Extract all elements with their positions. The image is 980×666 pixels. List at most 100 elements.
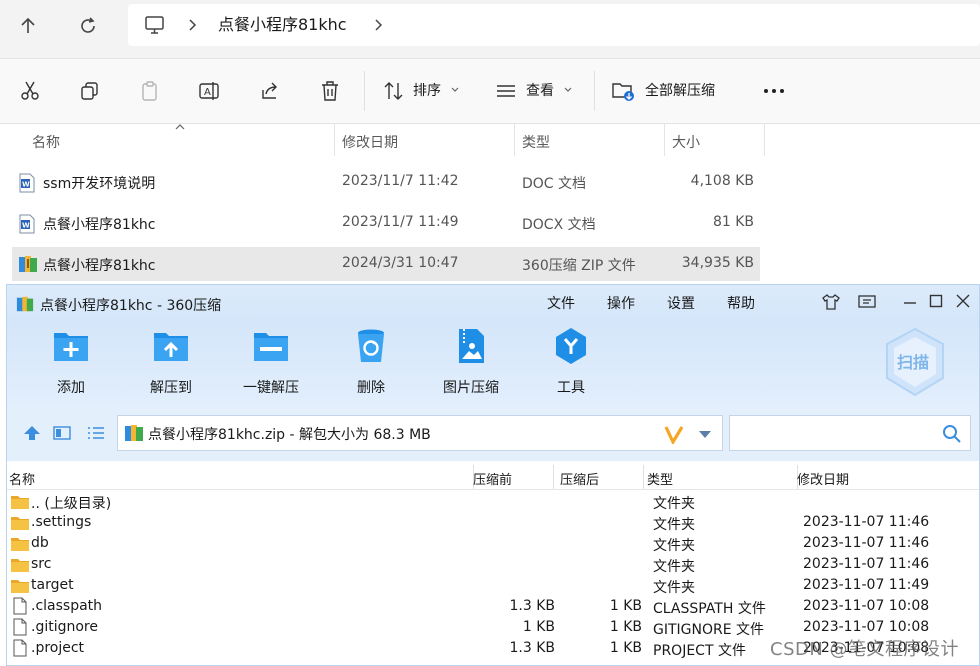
feedback-icon[interactable] bbox=[857, 294, 877, 310]
more-options-button[interactable] bbox=[760, 77, 788, 105]
column-header-after[interactable]: 压缩后 bbox=[560, 469, 599, 488]
share-icon bbox=[262, 82, 277, 99]
folder-icon bbox=[11, 580, 29, 593]
path-bar: 点餐小程序81khc.zip - 解包大小为 68.3 MB bbox=[7, 405, 979, 461]
copy-button[interactable] bbox=[76, 77, 104, 105]
verified-v-icon bbox=[664, 426, 684, 444]
add-icon bbox=[54, 333, 88, 361]
column-header-modified[interactable]: 修改日期 bbox=[342, 132, 398, 152]
column-header-before[interactable]: 压缩前 bbox=[473, 469, 512, 488]
maximize-icon[interactable] bbox=[929, 294, 943, 308]
view-icon-wrap[interactable] bbox=[492, 77, 520, 105]
title-bar[interactable]: 点餐小程序81khc - 360压缩 文件 操作 设置 帮助 bbox=[7, 285, 979, 321]
archive-folder-row[interactable]: db 文件夹 2023-11-07 11:46 bbox=[7, 533, 979, 554]
file-row[interactable]: W ssm开发环境说明 2023/11/7 11:42 DOC 文档 4,108… bbox=[12, 165, 760, 199]
folder-icon bbox=[11, 496, 29, 509]
column-header-size[interactable]: 大小 bbox=[672, 132, 700, 152]
image-compress-button[interactable]: 图片压缩 bbox=[431, 327, 511, 397]
delete-archive-button[interactable]: 删除 bbox=[331, 327, 411, 397]
add-button[interactable]: 添加 bbox=[31, 327, 111, 397]
file-row-selected[interactable]: 点餐小程序81khc 2024/3/31 10:47 360压缩 ZIP 文件 … bbox=[12, 247, 760, 281]
column-header-type[interactable]: 类型 bbox=[522, 132, 550, 152]
archive-item-modified: 2023-11-07 10:08 bbox=[803, 598, 930, 614]
extract-all-button[interactable]: 全部解压缩 bbox=[645, 80, 715, 100]
column-divider[interactable] bbox=[334, 124, 335, 156]
up-arrow-button[interactable] bbox=[12, 10, 44, 42]
file-type: 360压缩 ZIP 文件 bbox=[522, 258, 636, 274]
minimize-icon[interactable] bbox=[903, 295, 917, 309]
archive-folder-row[interactable]: .settings 文件夹 2023-11-07 11:46 bbox=[7, 512, 979, 533]
archive-item-type: CLASSPATH 文件 bbox=[653, 601, 766, 617]
archive-search-input[interactable] bbox=[729, 415, 971, 451]
archive-item-type: 文件夹 bbox=[653, 559, 695, 575]
scan-button[interactable]: 扫描 bbox=[883, 327, 947, 397]
close-icon[interactable] bbox=[956, 294, 970, 308]
extract-all-icon-wrap[interactable] bbox=[610, 77, 638, 105]
column-header-type[interactable]: 类型 bbox=[647, 469, 673, 488]
chevron-down-icon bbox=[451, 87, 459, 92]
this-pc-icon bbox=[145, 16, 164, 34]
menu-operation[interactable]: 操作 bbox=[607, 293, 635, 313]
column-divider[interactable] bbox=[514, 124, 515, 156]
column-divider[interactable] bbox=[664, 124, 665, 156]
archive-item-type: GITIGNORE 文件 bbox=[653, 622, 765, 638]
skin-shirt-icon[interactable] bbox=[821, 293, 841, 311]
search-icon[interactable] bbox=[942, 424, 962, 444]
file-type: DOCX 文档 bbox=[522, 217, 596, 233]
menu-settings[interactable]: 设置 bbox=[667, 293, 695, 313]
archive-path-field[interactable]: 点餐小程序81khc.zip - 解包大小为 68.3 MB bbox=[117, 415, 723, 451]
column-divider[interactable] bbox=[553, 465, 554, 489]
one-click-extract-button[interactable]: 一键解压 bbox=[231, 327, 311, 397]
toolbar-separator bbox=[594, 71, 595, 111]
go-up-icon[interactable] bbox=[23, 425, 41, 441]
menu-file[interactable]: 文件 bbox=[547, 293, 575, 313]
file-type: DOC 文档 bbox=[522, 176, 587, 192]
archive-item-modified: 2023-11-07 11:46 bbox=[803, 514, 930, 530]
archive-item-after: 1 KB bbox=[609, 640, 642, 656]
column-header-name[interactable]: 名称 bbox=[32, 132, 60, 152]
archive-item-modified: 2023-11-07 11:46 bbox=[803, 535, 930, 551]
breadcrumb-folder[interactable]: 点餐小程序81khc bbox=[218, 4, 347, 46]
delete-button[interactable] bbox=[316, 77, 344, 105]
view-button[interactable]: 查看 bbox=[526, 80, 554, 100]
column-header-name[interactable]: 名称 bbox=[9, 469, 35, 488]
sort-icon bbox=[384, 82, 403, 100]
zip-archive-icon bbox=[19, 256, 37, 272]
menu-help[interactable]: 帮助 bbox=[727, 293, 755, 313]
extract-to-button[interactable]: 解压到 bbox=[131, 327, 211, 397]
window-title: 点餐小程序81khc - 360压缩 bbox=[40, 298, 222, 314]
archive-file-row[interactable]: .classpath 1.3 KB 1 KB CLASSPATH 文件 2023-11-… bbox=[7, 596, 979, 617]
copy-icon bbox=[81, 82, 98, 100]
ribbon-toolbar: 添加 解压到 一键解压 删除 图片压缩 工具 扫描 bbox=[7, 321, 979, 405]
archive-item-name: .classpath bbox=[31, 598, 103, 614]
sort-button[interactable]: 排序 bbox=[413, 80, 441, 100]
archive-item-name: src bbox=[31, 556, 52, 572]
archive-folder-row[interactable]: target 文件夹 2023-11-07 11:49 bbox=[7, 575, 979, 596]
refresh-button[interactable] bbox=[72, 10, 104, 42]
file-modified: 2024/3/31 10:47 bbox=[342, 255, 459, 271]
sort-icon-wrap[interactable] bbox=[380, 77, 408, 105]
file-icon bbox=[13, 618, 27, 636]
dropdown-arrow-icon[interactable] bbox=[698, 430, 712, 439]
file-size: 4,108 KB bbox=[690, 173, 754, 189]
cut-button[interactable] bbox=[16, 77, 44, 105]
column-divider[interactable] bbox=[764, 124, 765, 156]
column-divider[interactable] bbox=[643, 465, 644, 489]
file-modified: 2023/11/7 11:49 bbox=[342, 214, 459, 230]
file-row[interactable]: W 点餐小程序81khc 2023/11/7 11:49 DOCX 文档 81 … bbox=[12, 206, 760, 240]
list-view-icon[interactable] bbox=[87, 425, 105, 441]
archive-item-name: .project bbox=[31, 640, 85, 656]
rename-button[interactable]: A bbox=[196, 77, 224, 105]
archive-folder-row[interactable]: .. (上级目录) 文件夹 bbox=[7, 491, 979, 512]
archive-item-after: 1 KB bbox=[609, 598, 642, 614]
paste-button[interactable] bbox=[136, 77, 164, 105]
rename-icon: A bbox=[199, 82, 219, 100]
tools-button[interactable]: 工具 bbox=[531, 327, 611, 397]
archive-folder-row[interactable]: src 文件夹 2023-11-07 11:46 bbox=[7, 554, 979, 575]
thumbnail-view-icon[interactable] bbox=[53, 425, 71, 441]
share-button[interactable] bbox=[256, 77, 284, 105]
address-bar[interactable]: 点餐小程序81khc bbox=[128, 4, 980, 46]
file-name: 点餐小程序81khc bbox=[43, 258, 156, 274]
chevron-right-icon[interactable] bbox=[374, 19, 384, 31]
column-header-modified[interactable]: 修改日期 bbox=[797, 469, 849, 488]
